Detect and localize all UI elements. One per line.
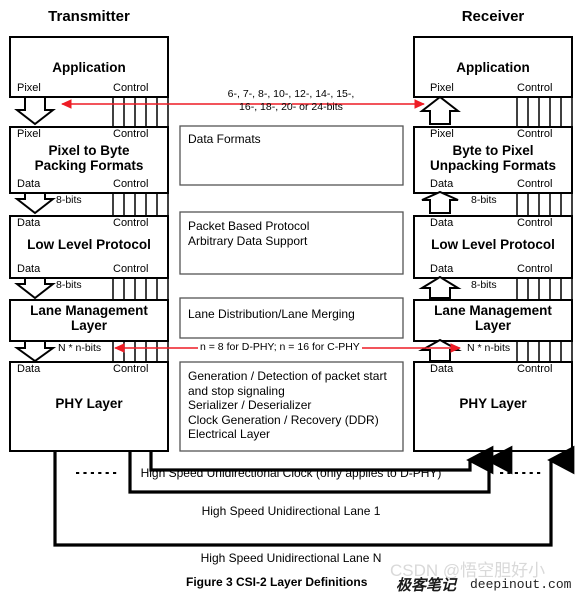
- rx-b2p-port-data-bottom: Data: [430, 178, 454, 190]
- tx-layer-pixel-to-byte: Pixel to Byte Packing Formats: [34, 143, 144, 173]
- tx-8bits-label-upper: 8-bits: [56, 194, 82, 206]
- rx-n-times-n-bits-label: N * n-bits: [466, 342, 512, 354]
- rx-llp-port-control-bottom: Control: [517, 263, 553, 275]
- rx-b2p-port-control-top: Control: [517, 128, 553, 140]
- rx-phy-port-control: Control: [517, 363, 553, 375]
- middle-box-protocol: Packet Based Protocol Arbitrary Data Sup…: [188, 219, 310, 248]
- bit-width-annotation: 6-, 7-, 8-, 10-, 12-, 14-, 15-, 16-, 18-…: [227, 88, 355, 113]
- watermark-domain: deepinout.com: [470, 577, 572, 592]
- watermark-brush: 极客笔记: [396, 576, 457, 594]
- rx-llp-port-data-bottom: Data: [430, 263, 454, 275]
- rx-layer-lane-management: Lane Management Layer: [434, 303, 552, 333]
- tx-layer-phy: PHY Layer: [55, 396, 123, 411]
- rx-b2p-port-pixel-top: Pixel: [430, 128, 454, 140]
- rx-layer-phy: PHY Layer: [459, 396, 527, 411]
- rx-layer-low-level-protocol: Low Level Protocol: [431, 237, 555, 252]
- rx-8bits-label-lower: 8-bits: [471, 279, 497, 291]
- rx-layer-byte-to-pixel: Byte to Pixel Unpacking Formats: [429, 143, 557, 173]
- tx-layer-low-level-protocol: Low Level Protocol: [27, 237, 151, 252]
- tx-layer-application: Application: [52, 60, 126, 75]
- rx-8bits-label-upper: 8-bits: [471, 194, 497, 206]
- rx-b2p-port-control-bottom: Control: [517, 178, 553, 190]
- tx-p2b-port-pixel-top: Pixel: [17, 128, 41, 140]
- tx-p2b-port-control-bottom: Control: [113, 178, 149, 190]
- link-label-clock: High Speed Unidirectional Clock (only ap…: [140, 466, 442, 480]
- rx-app-port-pixel: Pixel: [430, 82, 454, 94]
- tx-p2b-port-control-top: Control: [113, 128, 149, 140]
- rx-llp-port-control-top: Control: [517, 217, 553, 229]
- middle-box-lane-distribution: Lane Distribution/Lane Merging: [188, 307, 355, 321]
- tx-llp-port-data-bottom: Data: [17, 263, 41, 275]
- tx-app-port-control: Control: [113, 82, 149, 94]
- middle-box-data-formats: Data Formats: [188, 132, 261, 146]
- tx-phy-port-control: Control: [113, 363, 149, 375]
- link-label-lane1: High Speed Unidirectional Lane 1: [201, 504, 381, 518]
- tx-llp-port-data-top: Data: [17, 217, 41, 229]
- transmitter-header: Transmitter: [48, 8, 130, 25]
- tx-llp-port-control-bottom: Control: [113, 263, 149, 275]
- tx-app-port-pixel: Pixel: [17, 82, 41, 94]
- tx-phy-port-data: Data: [17, 363, 41, 375]
- phy-n-note: n = 8 for D-PHY; n = 16 for C-PHY: [198, 341, 362, 353]
- rx-llp-port-data-top: Data: [430, 217, 454, 229]
- tx-p2b-port-data-bottom: Data: [17, 178, 41, 190]
- tx-n-times-n-bits-label: N * n-bits: [57, 342, 103, 354]
- tx-layer-lane-management: Lane Management Layer: [30, 303, 148, 333]
- figure-canvas: Transmitter Receiver Application Pixel t…: [0, 0, 582, 597]
- rx-app-port-control: Control: [517, 82, 553, 94]
- tx-8bits-label-lower: 8-bits: [56, 279, 82, 291]
- figure-caption: Figure 3 CSI-2 Layer Definitions: [186, 575, 368, 589]
- middle-box-phy-details: Generation / Detection of packet start a…: [188, 369, 387, 441]
- receiver-header: Receiver: [461, 8, 525, 25]
- rx-phy-port-data: Data: [430, 363, 454, 375]
- tx-llp-port-control-top: Control: [113, 217, 149, 229]
- rx-layer-application: Application: [456, 60, 530, 75]
